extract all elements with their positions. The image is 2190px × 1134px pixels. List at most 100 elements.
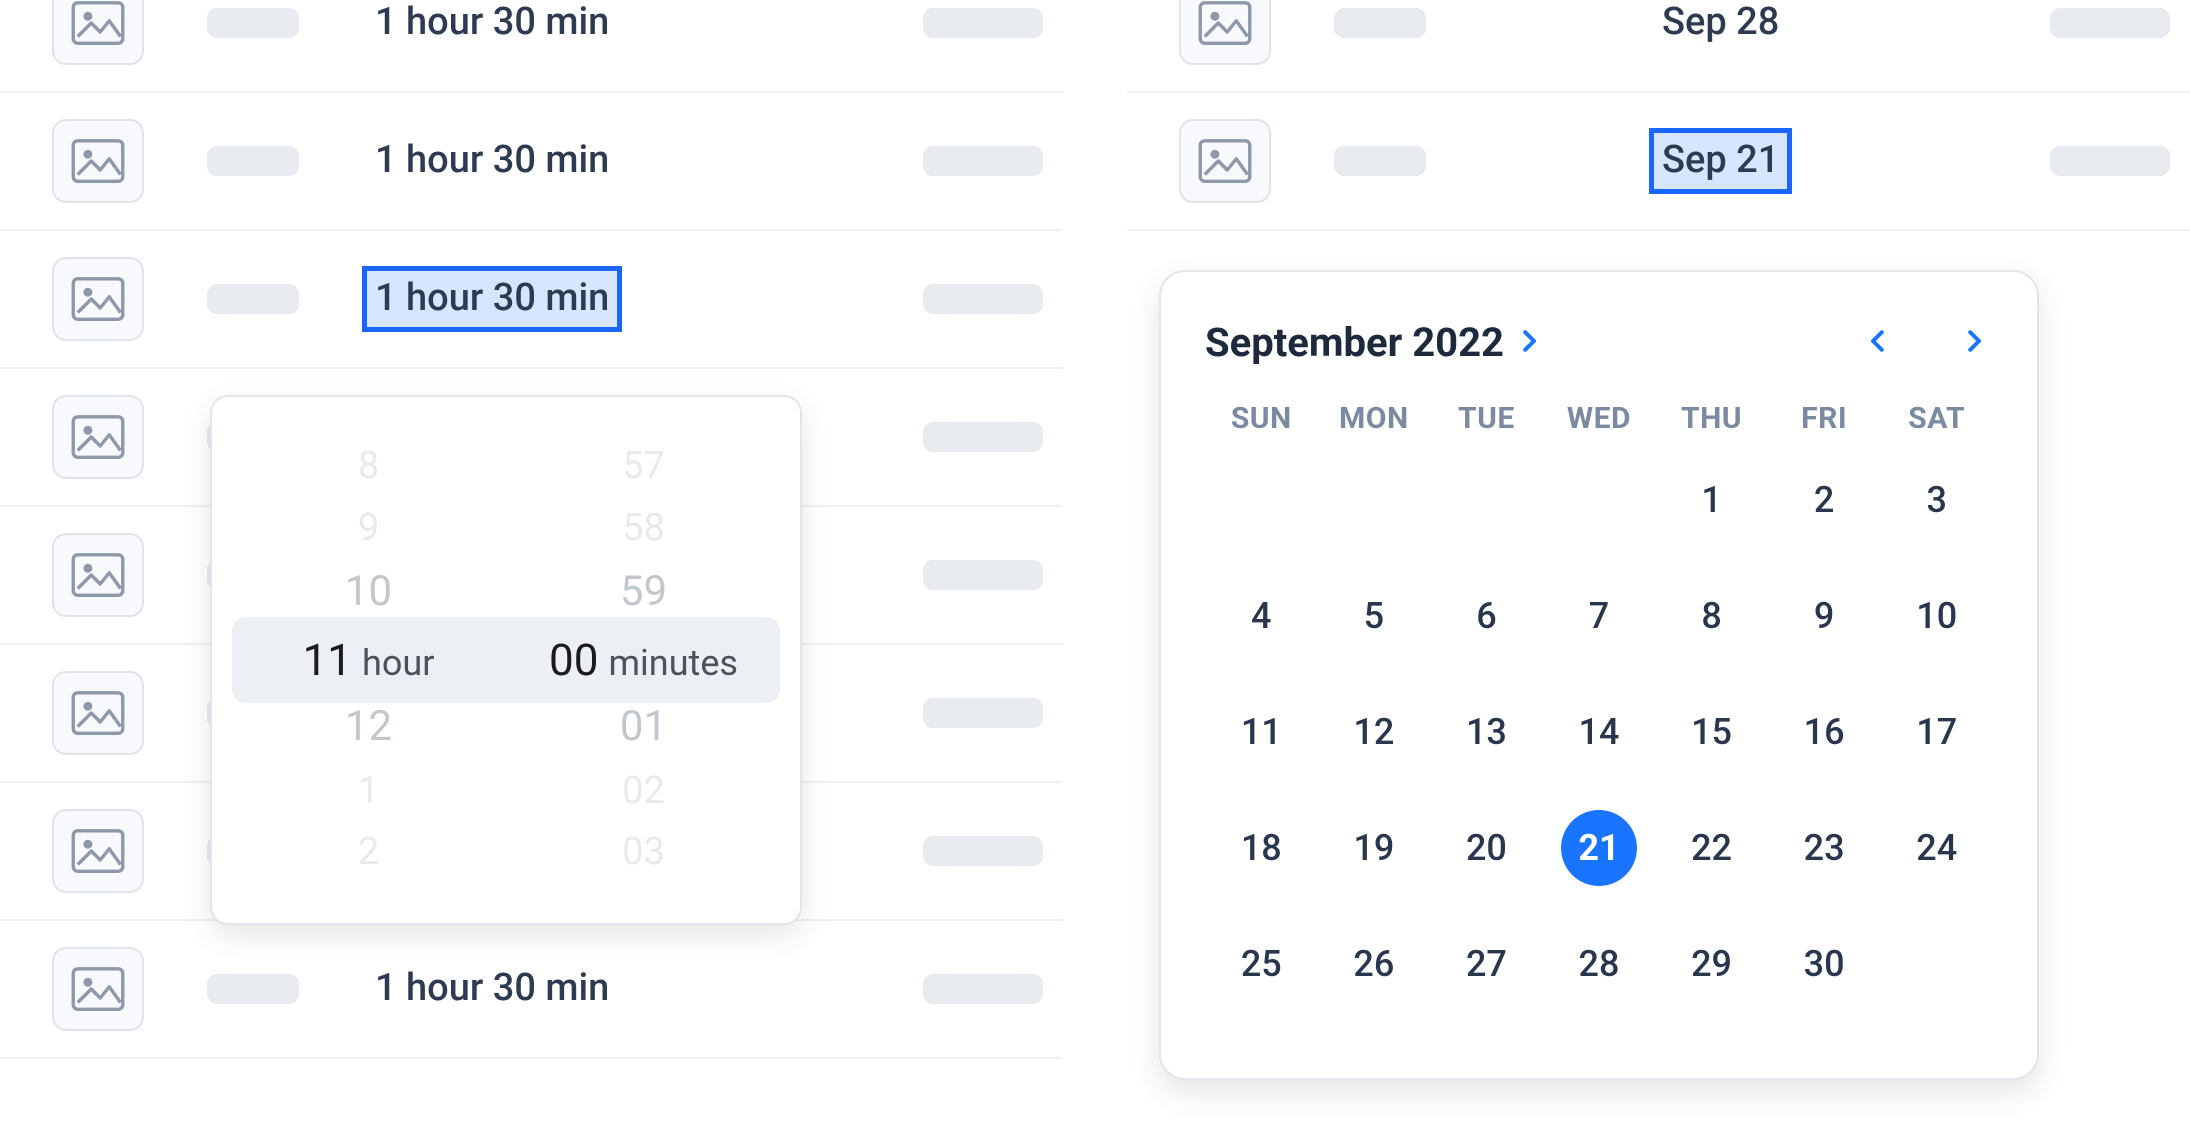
picker-item[interactable]: 00minutes [549, 634, 738, 687]
image-icon [1198, 138, 1252, 184]
picker-minutes-column[interactable]: 57 58 59 00minutes 01 02 03 [511, 415, 776, 905]
calendar-day[interactable]: 5 [1318, 578, 1431, 654]
thumbnail[interactable] [52, 533, 144, 617]
calendar-day[interactable]: 25 [1205, 926, 1318, 1002]
calendar-day[interactable]: 12 [1318, 694, 1431, 770]
calendar-day[interactable]: 8 [1655, 578, 1768, 654]
duration-cell[interactable]: 1 hour 30 min [365, 131, 619, 191]
picker-item[interactable]: 2 [358, 830, 379, 876]
weekday-header: SUN [1205, 401, 1318, 436]
thumbnail[interactable] [52, 119, 144, 203]
calendar-day[interactable]: 6 [1430, 578, 1543, 654]
skeleton-text [1334, 8, 1426, 38]
picker-item[interactable]: 01 [620, 702, 667, 752]
date-cell[interactable]: Sep 21 [1652, 131, 1789, 191]
calendar-day[interactable]: 4 [1205, 578, 1318, 654]
calendar-day[interactable]: 28 [1543, 926, 1656, 1002]
image-icon [1198, 0, 1252, 46]
next-month-button[interactable] [1955, 318, 1993, 367]
calendar-day[interactable]: 27 [1430, 926, 1543, 1002]
thumbnail[interactable] [1179, 0, 1271, 65]
duration-picker[interactable]: 891011hour1212 57585900minutes010203 [210, 395, 802, 925]
date-value: Sep 21 [1652, 131, 1789, 191]
weekday-header: THU [1655, 401, 1768, 436]
calendar-month-selector[interactable]: September 2022 [1205, 319, 1544, 366]
duration-panel: 1 hour 30 min 1 hour 30 min 1 hour 30 mi… [0, 0, 1063, 1134]
table-row: 1 hour 30 min [0, 93, 1063, 231]
calendar-day[interactable]: 13 [1430, 694, 1543, 770]
skeleton-text [923, 422, 1043, 452]
table-row: Sep 21 [1127, 93, 2190, 231]
calendar-day[interactable]: 26 [1318, 926, 1431, 1002]
calendar-day[interactable]: 10 [1880, 578, 1993, 654]
weekday-header: WED [1543, 401, 1656, 436]
calendar-day[interactable]: 15 [1655, 694, 1768, 770]
table-row: 1 hour 30 min [0, 231, 1063, 369]
picker-item[interactable]: 57 [622, 444, 665, 490]
duration-value: 1 hour 30 min [365, 959, 619, 1019]
calendar-day[interactable]: 21 [1543, 810, 1656, 886]
picker-item[interactable]: 9 [358, 506, 379, 552]
calendar-day[interactable]: 29 [1655, 926, 1768, 1002]
image-icon [71, 0, 125, 46]
duration-cell[interactable]: 1 hour 30 min [365, 0, 619, 53]
picker-item[interactable]: 1 [358, 769, 379, 815]
duration-value: 1 hour 30 min [365, 131, 619, 191]
thumbnail[interactable] [52, 395, 144, 479]
thumbnail[interactable] [52, 0, 144, 65]
date-value: Sep 28 [1652, 0, 1789, 53]
calendar-empty-cell [1205, 462, 1318, 538]
table-row: Sep 28 [1127, 0, 2190, 93]
duration-cell[interactable]: 1 hour 30 min [365, 269, 619, 329]
picker-item[interactable]: 02 [622, 769, 665, 815]
picker-item[interactable]: 8 [358, 444, 379, 490]
calendar-title: September 2022 [1205, 319, 1504, 366]
calendar-day[interactable]: 19 [1318, 810, 1431, 886]
chevron-right-icon [1514, 322, 1544, 364]
thumbnail[interactable] [52, 671, 144, 755]
image-icon [71, 414, 125, 460]
picker-item[interactable]: 59 [620, 567, 667, 617]
picker-item[interactable]: 03 [622, 830, 665, 876]
calendar-day[interactable]: 23 [1768, 810, 1881, 886]
duration-cell[interactable]: 1 hour 30 min [365, 959, 619, 1019]
skeleton-text [923, 974, 1043, 1004]
skeleton-text [2050, 146, 2170, 176]
weekday-header: TUE [1430, 401, 1543, 436]
calendar-day[interactable]: 30 [1768, 926, 1881, 1002]
calendar-day[interactable]: 24 [1880, 810, 1993, 886]
skeleton-text [923, 836, 1043, 866]
thumbnail[interactable] [52, 947, 144, 1031]
picker-hours-column[interactable]: 891011hour1212 [236, 415, 501, 905]
calendar-day[interactable]: 7 [1543, 578, 1656, 654]
calendar-day[interactable]: 16 [1768, 694, 1881, 770]
picker-item[interactable]: 10 [345, 567, 392, 617]
calendar-day[interactable]: 17 [1880, 694, 1993, 770]
date-picker: September 2022 SUNMONTUEWEDTHUFRISAT 123… [1159, 270, 2039, 1080]
image-icon [71, 690, 125, 736]
picker-item[interactable]: 12 [345, 702, 392, 752]
calendar-day[interactable]: 18 [1205, 810, 1318, 886]
thumbnail[interactable] [52, 257, 144, 341]
duration-value: 1 hour 30 min [365, 269, 619, 329]
thumbnail[interactable] [1179, 119, 1271, 203]
thumbnail[interactable] [52, 809, 144, 893]
skeleton-text [923, 560, 1043, 590]
calendar-day[interactable]: 2 [1768, 462, 1881, 538]
calendar-day[interactable]: 20 [1430, 810, 1543, 886]
skeleton-text [1334, 146, 1426, 176]
prev-month-button[interactable] [1859, 318, 1897, 367]
calendar-day[interactable]: 1 [1655, 462, 1768, 538]
calendar-day[interactable]: 3 [1880, 462, 1993, 538]
table-row: 1 hour 30 min [0, 921, 1063, 1059]
calendar-day[interactable]: 22 [1655, 810, 1768, 886]
picker-item[interactable]: 11hour [303, 634, 435, 687]
calendar-empty-cell [1318, 462, 1431, 538]
calendar-day[interactable]: 9 [1768, 578, 1881, 654]
date-cell[interactable]: Sep 28 [1652, 0, 1789, 53]
weekday-header: SAT [1880, 401, 1993, 436]
picker-item[interactable]: 58 [622, 506, 665, 552]
calendar-day[interactable]: 11 [1205, 694, 1318, 770]
calendar-day[interactable]: 14 [1543, 694, 1656, 770]
image-icon [71, 966, 125, 1012]
